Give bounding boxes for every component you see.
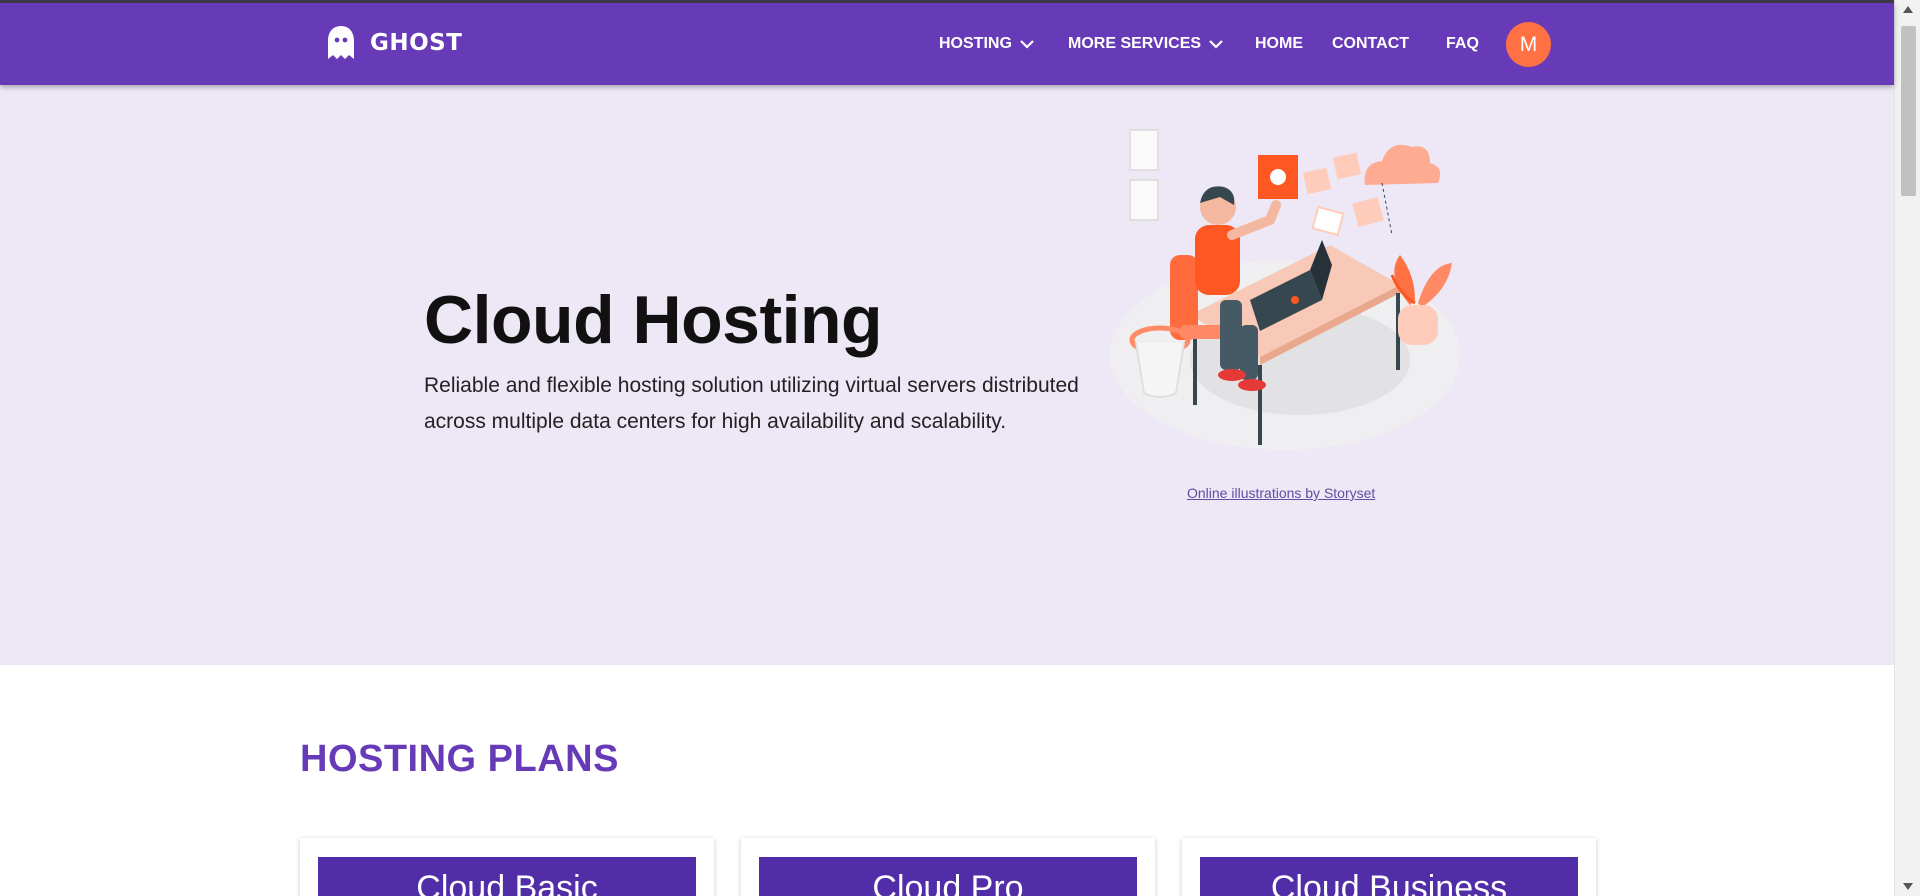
brand-logo[interactable]: GHOST — [326, 25, 462, 61]
plan-card-cloud-pro: Cloud Pro — [741, 838, 1155, 896]
hero-title: Cloud Hosting — [424, 282, 883, 358]
illustration-credit-link[interactable]: Online illustrations by Storyset — [1187, 485, 1375, 501]
nav-contact-label: CONTACT — [1332, 35, 1410, 52]
plan-card-header: Cloud Pro — [759, 857, 1137, 896]
vertical-scrollbar[interactable] — [1894, 0, 1920, 896]
nav-hosting[interactable]: HOSTING — [939, 3, 1034, 85]
chevron-down-icon — [1020, 39, 1034, 49]
nav-more-services[interactable]: MORE SERVICES — [1068, 3, 1223, 85]
brand-name: GHOST — [370, 30, 463, 56]
nav-contact[interactable]: CONTACT — [1332, 3, 1409, 85]
plan-card-cloud-business: Cloud Business — [1182, 838, 1596, 896]
plan-card-cloud-basic: Cloud Basic — [300, 838, 714, 896]
scroll-up-arrow-icon[interactable] — [1903, 6, 1913, 13]
navbar: GHOST HOSTING MORE SERVICES HOME CONTACT… — [0, 3, 1894, 85]
nav-home[interactable]: HOME — [1255, 3, 1303, 85]
scrollbar-thumb[interactable] — [1901, 26, 1916, 196]
chevron-down-icon — [1209, 39, 1223, 49]
hero-description: Reliable and flexible hosting solution u… — [424, 374, 1079, 433]
hero-section: Cloud Hosting Reliable and flexible host… — [0, 85, 1894, 665]
user-avatar[interactable]: M — [1506, 22, 1551, 67]
plan-card-header: Cloud Basic — [318, 857, 696, 896]
ghost-icon — [326, 25, 356, 61]
scroll-down-arrow-icon[interactable] — [1903, 883, 1913, 890]
plans-section-title: HOSTING PLANS — [300, 738, 619, 780]
nav-home-label: HOME — [1255, 35, 1303, 52]
nav-faq-label: FAQ — [1446, 35, 1479, 52]
nav-hosting-label: HOSTING — [939, 35, 1012, 52]
nav-faq[interactable]: FAQ — [1446, 3, 1479, 85]
nav-more-services-label: MORE SERVICES — [1068, 35, 1202, 52]
hero-illustration — [1100, 125, 1470, 455]
plan-card-header: Cloud Business — [1200, 857, 1578, 896]
